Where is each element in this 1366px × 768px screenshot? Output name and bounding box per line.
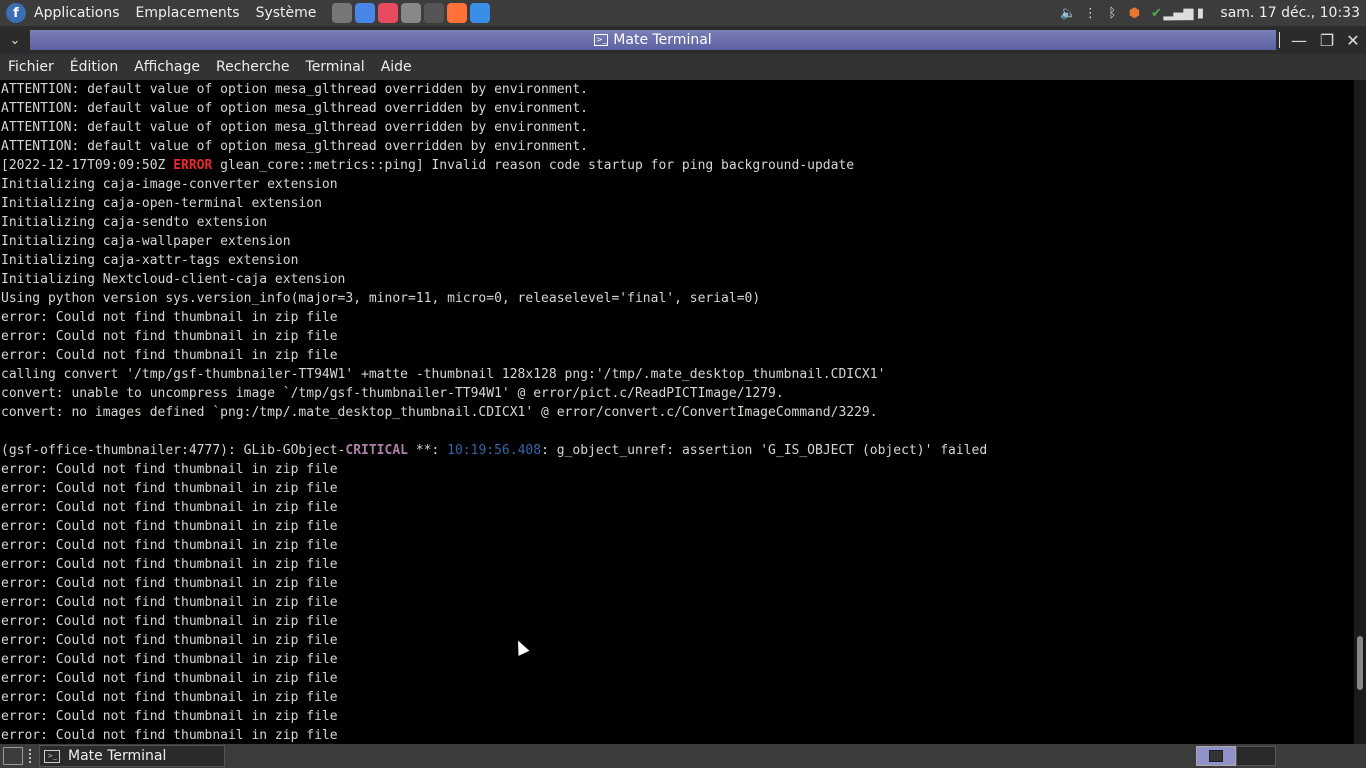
menu-emplacements[interactable]: Emplacements	[128, 5, 248, 21]
top-panel: f Applications Emplacements Système 🔈 ⋮ …	[0, 0, 1366, 26]
terminal-line: ATTENTION: default value of option mesa_…	[1, 120, 588, 135]
terminal-line: error: Could not find thumbnail in zip f…	[1, 690, 338, 705]
close-button[interactable]: ✕	[1340, 30, 1366, 50]
terminal-line: error: Could not find thumbnail in zip f…	[1, 671, 338, 686]
terminal-line: error: Could not find thumbnail in zip f…	[1, 462, 338, 477]
software-icon[interactable]	[378, 3, 399, 23]
terminal-line-glean-error: [2022-12-17T09:09:50Z ERROR glean_core::…	[0, 156, 1354, 175]
terminal-scrollbar[interactable]	[1354, 80, 1366, 744]
menu-terminal[interactable]: Terminal	[298, 59, 373, 75]
network-signal-icon[interactable]: ▂▄▆	[1163, 4, 1193, 22]
terminal-line: error: Could not find thumbnail in zip f…	[1, 595, 338, 610]
menu-affichage[interactable]: Affichage	[126, 59, 208, 75]
file-manager-icon[interactable]	[332, 3, 353, 23]
glean-prefix: [2022-12-17T09:09:50Z	[1, 158, 174, 173]
terminal-output[interactable]: ATTENTION: default value of option mesa_…	[0, 80, 1354, 744]
show-desktop-button[interactable]	[3, 747, 23, 765]
minimize-button[interactable]: —	[1286, 30, 1312, 50]
terminal-task-icon: >_	[44, 749, 60, 763]
glean-level: ERROR	[173, 158, 213, 173]
terminal-line: error: Could not find thumbnail in zip f…	[1, 557, 338, 572]
terminal-line: Initializing caja-wallpaper extension	[1, 234, 291, 249]
terminal-line: error: Could not find thumbnail in zip f…	[1, 481, 338, 496]
terminal-line: error: Could not find thumbnail in zip f…	[1, 329, 338, 344]
volume-icon[interactable]: 🔈	[1060, 4, 1076, 22]
terminal-line: error: Could not find thumbnail in zip f…	[1, 652, 338, 667]
glib-prefix: (gsf-office-thumbnailer:4777): GLib-GObj…	[1, 443, 346, 458]
terminal-line: error: Could not find thumbnail in zip f…	[1, 728, 338, 743]
terminal-line: calling convert '/tmp/gsf-thumbnailer-TT…	[1, 367, 886, 382]
terminal-line: error: Could not find thumbnail in zip f…	[1, 633, 338, 648]
bluetooth-icon[interactable]: ᛒ	[1104, 4, 1120, 22]
terminal-line-glib-critical: (gsf-office-thumbnailer:4777): GLib-GObj…	[0, 441, 1354, 460]
window-title-area[interactable]: >_ Mate Terminal	[30, 30, 1276, 50]
glib-level: CRITICAL	[345, 443, 408, 458]
terminal-line: ATTENTION: default value of option mesa_…	[1, 82, 588, 97]
menu-aide[interactable]: Aide	[373, 59, 420, 75]
window-menu-chevron-icon[interactable]: ⌄	[0, 33, 30, 48]
terminal-line: error: Could not find thumbnail in zip f…	[1, 310, 338, 325]
chromium-icon[interactable]	[355, 3, 376, 23]
separator-dots-icon: ⋮	[1083, 5, 1097, 21]
terminal-line: error: Could not find thumbnail in zip f…	[1, 614, 338, 629]
taskbar-item-mate-terminal[interactable]: >_ Mate Terminal	[39, 745, 225, 767]
maximize-button[interactable]: ❐	[1314, 30, 1340, 50]
launcher-bar	[332, 3, 491, 23]
menu-systeme[interactable]: Système	[248, 5, 325, 21]
menu-fichier[interactable]: Fichier	[0, 59, 62, 75]
terminal-line: error: Could not find thumbnail in zip f…	[1, 519, 338, 534]
terminal-icon[interactable]	[424, 3, 445, 23]
window-titlebar[interactable]: ⌄ >_ Mate Terminal — ❐ ✕	[0, 26, 1366, 54]
terminal-title-icon: >_	[594, 34, 609, 46]
text-editor-icon[interactable]	[401, 3, 422, 23]
terminal-line: Initializing Nextcloud-client-caja exten…	[1, 272, 346, 287]
menu-edition[interactable]: Édition	[62, 59, 126, 75]
terminal-line: Initializing caja-image-converter extens…	[1, 177, 338, 192]
window-title: Mate Terminal	[613, 32, 712, 48]
terminal-line: Initializing caja-sendto extension	[1, 215, 268, 230]
terminal-line: convert: unable to uncompress image `/tm…	[1, 386, 784, 401]
workspace-1[interactable]	[1196, 746, 1236, 766]
terminal-line: error: Could not find thumbnail in zip f…	[1, 538, 338, 553]
glib-time: 10:19:56.408	[447, 443, 542, 458]
package-icon[interactable]: ⬢	[1126, 4, 1142, 22]
glib-mid: **:	[408, 443, 448, 458]
scrollbar-thumb[interactable]	[1357, 636, 1363, 690]
terminal-line: Using python version sys.version_info(ma…	[1, 291, 761, 306]
terminal-line: Initializing caja-xattr-tags extension	[1, 253, 299, 268]
terminal-line: ATTENTION: default value of option mesa_…	[1, 139, 588, 154]
workspace-2[interactable]	[1236, 746, 1276, 766]
workspace-window-thumb	[1209, 750, 1223, 762]
clock[interactable]: sam. 17 déc., 10:33	[1220, 5, 1360, 21]
mail-icon[interactable]	[470, 3, 491, 23]
terminal-line: ATTENTION: default value of option mesa_…	[1, 101, 588, 116]
battery-icon[interactable]: ▮	[1192, 4, 1208, 22]
terminal-line: convert: no images defined `png:/tmp/.ma…	[1, 405, 878, 420]
bottom-panel: >_ Mate Terminal	[0, 744, 1366, 768]
terminal-line: error: Could not find thumbnail in zip f…	[1, 709, 338, 724]
terminal-line: error: Could not find thumbnail in zip f…	[1, 348, 338, 363]
terminal-line: error: Could not find thumbnail in zip f…	[1, 576, 338, 591]
glean-message: glean_core::metrics::ping] Invalid reaso…	[212, 158, 855, 173]
taskbar-item-label: Mate Terminal	[68, 748, 167, 764]
fedora-logo-icon[interactable]: f	[6, 3, 26, 23]
system-tray: 🔈 ⋮ ᛒ ⬢ ✔ ▂▄▆ ▮ sam. 17 déc., 10:33	[1060, 4, 1366, 22]
firefox-icon[interactable]	[447, 3, 468, 23]
menu-recherche[interactable]: Recherche	[208, 59, 298, 75]
terminal-line: Initializing caja-open-terminal extensio…	[1, 196, 322, 211]
menu-applications[interactable]: Applications	[26, 5, 128, 21]
terminal-line: error: Could not find thumbnail in zip f…	[1, 500, 338, 515]
titlebar-separator	[1279, 32, 1280, 48]
glib-message: : g_object_unref: assertion 'G_IS_OBJECT…	[541, 443, 988, 458]
menubar: Fichier Édition Affichage Recherche Term…	[0, 54, 1366, 80]
panel-handle[interactable]	[29, 749, 35, 763]
